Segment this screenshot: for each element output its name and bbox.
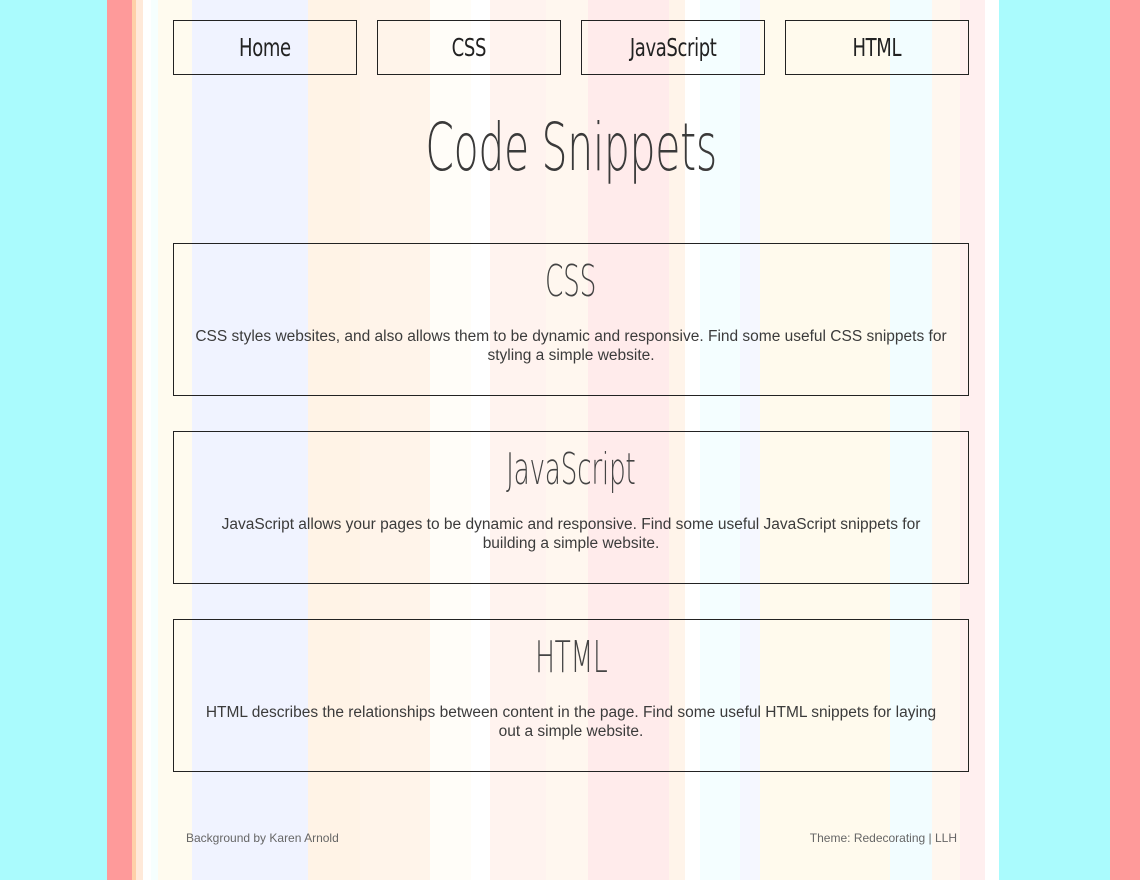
javascript-card-title-text: JavaScript (506, 444, 636, 495)
nav-html-label: HTML (852, 33, 902, 62)
css-card-title-text: CSS (545, 256, 597, 307)
nav-css-button[interactable]: CSS (377, 20, 561, 75)
html-card[interactable]: HTML HTML describes the relationships be… (173, 619, 969, 772)
nav-javascript-button[interactable]: JavaScript (581, 20, 765, 75)
nav-html-button[interactable]: HTML (785, 20, 969, 75)
css-card-description: CSS styles websites, and also allows the… (195, 328, 947, 364)
nav-css-label: CSS (451, 33, 487, 62)
page-title: Code Snippets (173, 108, 969, 187)
javascript-card-description: JavaScript allows your pages to be dynam… (221, 516, 921, 552)
css-card[interactable]: CSS CSS styles websites, and also allows… (173, 243, 969, 396)
theme-credit: Theme: Redecorating | LLH (809, 831, 957, 845)
javascript-card[interactable]: JavaScript JavaScript allows your pages … (173, 431, 969, 584)
nav-home-label: Home (239, 33, 291, 62)
javascript-card-title: JavaScript (174, 448, 968, 492)
html-card-title-text: HTML (534, 632, 608, 683)
css-card-title: CSS (174, 260, 968, 304)
html-card-description: HTML describes the relationships between… (205, 704, 937, 740)
nav-javascript-label: JavaScript (629, 33, 717, 62)
html-card-title: HTML (174, 636, 968, 680)
page-title-text: Code Snippets (425, 109, 717, 186)
background-credit: Background by Karen Arnold (186, 831, 339, 845)
nav-home-button[interactable]: Home (173, 20, 357, 75)
